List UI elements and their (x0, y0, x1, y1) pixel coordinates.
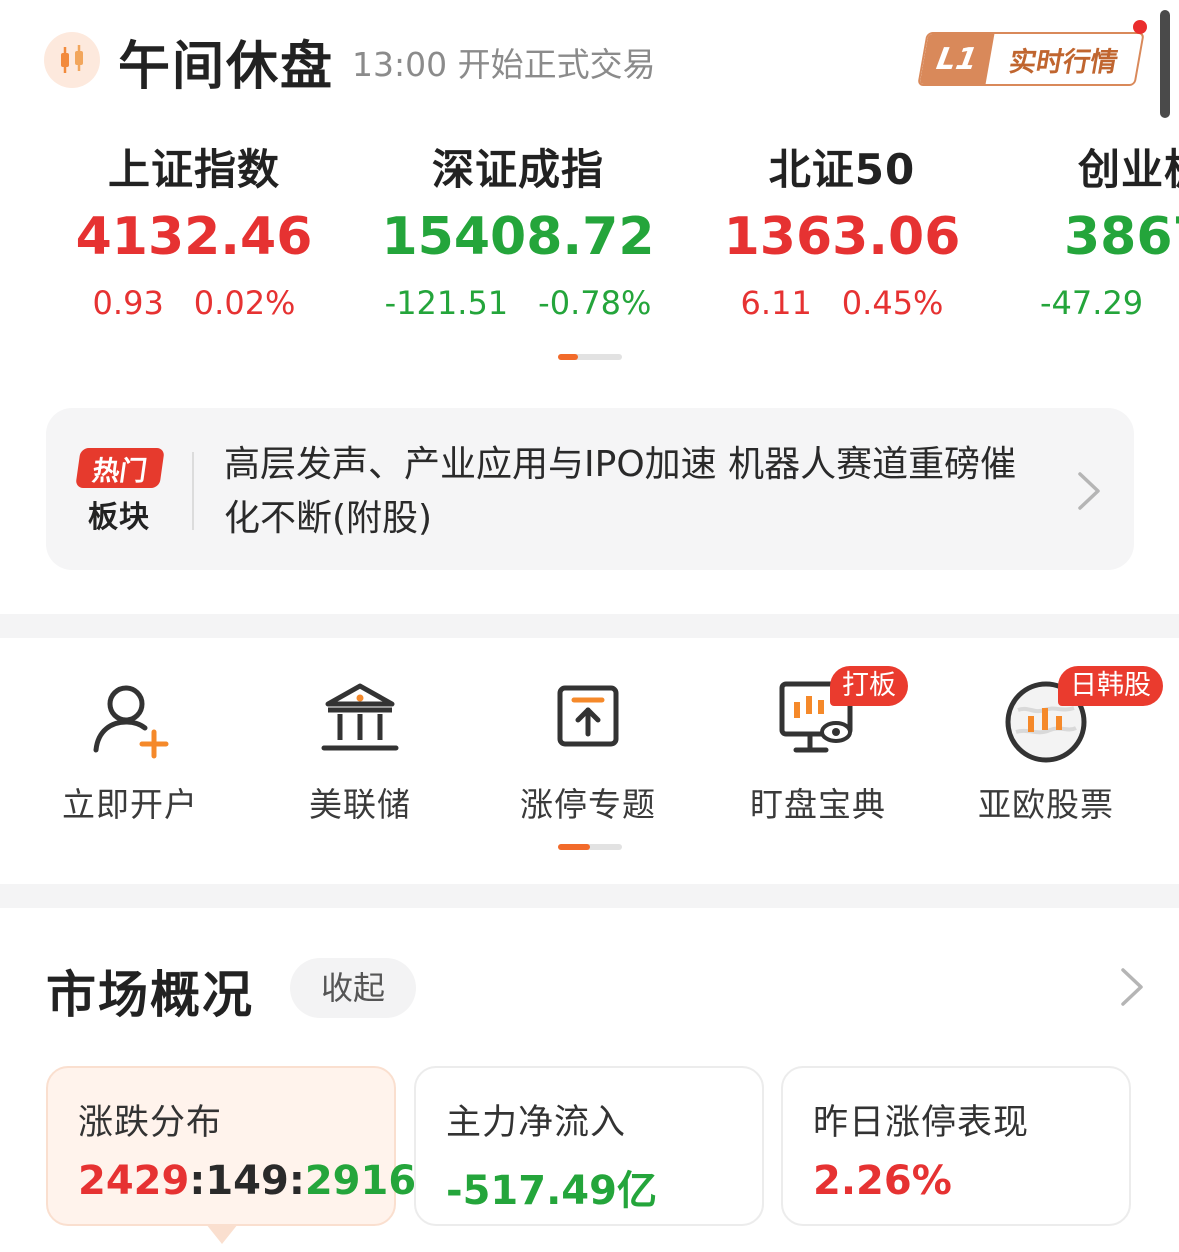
monitor-candlestick-icon: 打板 (770, 666, 908, 766)
ratio-separator: : (288, 1158, 305, 1204)
index-change: -121.51 -0.78% (368, 278, 668, 328)
hot-sector-tag: 热门 板块 (74, 448, 165, 535)
shortcut-label: 涨停专题 (520, 785, 656, 824)
shortcut-label: 盯盘宝典 (750, 785, 886, 824)
index-value: 4132.46 (75, 207, 313, 267)
market-overview-title: 市场概况 (46, 966, 254, 1024)
index-change-points: -47.29 (1040, 284, 1144, 322)
unchanged-count: 149 (205, 1158, 289, 1204)
active-card-pointer (206, 1224, 238, 1244)
bank-icon (312, 670, 408, 766)
realtime-quote-label: 实时行情 (1006, 46, 1121, 78)
card-title: 主力净流入 (446, 1103, 627, 1143)
index-card-shenzhen[interactable]: 深证成指 15408.72 -121.51 -0.78% (368, 140, 668, 328)
chevron-right-icon[interactable] (1070, 468, 1106, 514)
index-name: 创业板 (1078, 145, 1179, 194)
index-change-points: 0.93 (92, 284, 164, 322)
index-name: 上证指数 (107, 145, 280, 194)
shortcut-limit-up[interactable]: 涨停专题 (478, 670, 698, 826)
globe-candlestick-icon: 日韩股 (998, 666, 1163, 766)
index-change: 0.93 0.02% (44, 278, 344, 328)
user-add-icon (82, 670, 178, 766)
yesterday-limit-up-value: 2.26% (813, 1158, 952, 1204)
advancers-count: 2429 (78, 1158, 190, 1204)
market-status-title: 午间休盘 (118, 37, 335, 97)
card-title: 昨日涨停表现 (813, 1103, 1030, 1143)
index-card-beizheng[interactable]: 北证50 1363.06 6.11 0.45% (692, 140, 992, 328)
realtime-quote-badge[interactable]: L1 实时行情 (917, 32, 1145, 86)
shortcut-fed[interactable]: 美联储 (250, 670, 470, 826)
index-name: 深证成指 (431, 145, 604, 194)
index-value: 1363.06 (723, 207, 961, 267)
decliners-count: 2916 (304, 1158, 417, 1204)
section-divider (0, 884, 1179, 908)
card-main-net-inflow[interactable]: 主力净流入 -517.49亿 (414, 1066, 764, 1226)
index-change-points: -121.51 (384, 284, 509, 322)
l1-level-label: L1 (919, 34, 995, 84)
upload-box-icon (540, 670, 636, 766)
notification-dot (1133, 20, 1147, 34)
shortcuts-page-indicator (558, 844, 622, 850)
indices-page-indicator (558, 354, 622, 360)
card-title: 涨跌分布 (78, 1103, 223, 1143)
index-change-percent: 0.45% (841, 284, 944, 322)
shortcut-label: 立即开户 (62, 785, 198, 824)
market-status-subtitle: 13:00 开始正式交易 (352, 45, 656, 84)
index-change-percent: -0.78% (538, 284, 652, 322)
hot-sector-headline[interactable]: 高层发声、产业应用与IPO加速 机器人赛道重磅催化不断(附股) (224, 438, 1024, 546)
shortcut-badge: 日韩股 (1058, 666, 1163, 706)
index-card-shanghai[interactable]: 上证指数 4132.46 0.93 0.02% (44, 140, 344, 328)
shortcut-open-account[interactable]: 立即开户 (20, 670, 240, 826)
index-card-chinext[interactable]: 创业板 3867 -47.29 (1010, 140, 1179, 328)
card-yesterday-limit-up[interactable]: 昨日涨停表现 2.26% (781, 1066, 1131, 1226)
ratio-separator: : (189, 1158, 206, 1204)
index-value: 3867 (1064, 207, 1179, 267)
hot-tag-top: 热门 (75, 448, 165, 488)
banner-divider (192, 452, 194, 530)
main-net-inflow-value: -517.49亿 (446, 1168, 657, 1214)
shortcut-label: 亚欧股票 (978, 785, 1114, 824)
index-name: 北证50 (768, 145, 916, 194)
index-change-percent: 0.02% (193, 284, 296, 322)
index-change: -47.29 (1010, 278, 1179, 328)
shortcut-label: 美联储 (309, 785, 411, 824)
shortcut-asia-europe-stocks[interactable]: 日韩股 亚欧股票 (936, 666, 1163, 826)
shortcut-watch-guide[interactable]: 打板 盯盘宝典 (708, 666, 928, 826)
chevron-right-icon[interactable] (1114, 964, 1148, 1010)
market-status-icon (44, 32, 100, 88)
collapse-button[interactable]: 收起 (290, 958, 416, 1018)
index-value: 15408.72 (381, 207, 655, 267)
scrollbar[interactable] (1160, 10, 1170, 118)
advance-decline-value: 2429:149:2916 (78, 1158, 416, 1204)
index-change-points: 6.11 (740, 284, 812, 322)
hot-tag-bottom: 板块 (88, 500, 150, 535)
section-divider (0, 614, 1179, 638)
index-change: 6.11 0.45% (692, 278, 992, 328)
shortcut-badge: 打板 (830, 666, 908, 706)
card-advance-decline[interactable]: 涨跌分布 2429:149:2916 (46, 1066, 416, 1226)
